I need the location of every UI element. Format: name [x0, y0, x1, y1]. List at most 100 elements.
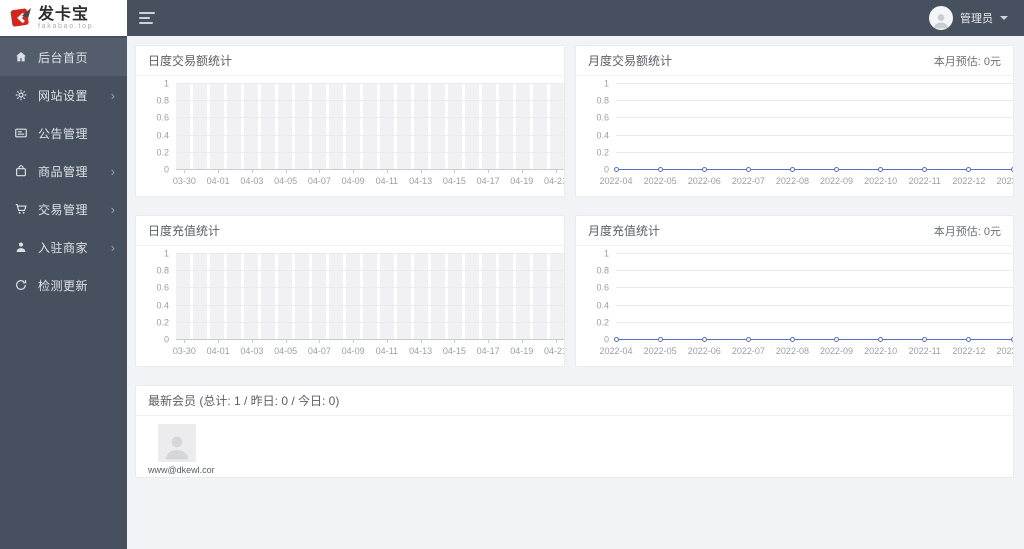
x-tick-label: 04-03	[240, 176, 264, 186]
member-card[interactable]: www@dkewl.cor 2022-12-19	[148, 424, 215, 475]
chart-band	[482, 84, 496, 170]
chart-band	[533, 254, 547, 340]
estimate-label: 本月预估: 0元	[933, 55, 1001, 68]
data-point-marker	[745, 336, 751, 342]
sidebar-item-label: 商品管理	[38, 164, 89, 179]
x-tick-label: 04-05	[274, 346, 298, 356]
x-tick-label: 2022-10	[864, 176, 898, 186]
y-tick-label: 0.8	[156, 265, 169, 276]
x-tick-mark	[251, 340, 253, 343]
x-tick-label: 2022-05	[643, 176, 677, 186]
grid-line	[176, 151, 564, 153]
x-tick-label: 04-15	[442, 176, 466, 186]
grid-line	[616, 100, 1013, 102]
y-axis: 0 0.2 0.4 0.6 0.8 1	[586, 249, 616, 344]
data-point-marker	[745, 166, 751, 172]
chart-band	[431, 84, 445, 170]
x-tick-label: 2022-11	[908, 346, 941, 356]
sidebar-item-label: 入驻商家	[38, 240, 89, 255]
panel-monthly-trade: 月度交易额统计 本月预估: 0元 0 0.2 0.4 0.6 0.8 1 2022-04 2…	[575, 45, 1014, 197]
admin-dashboard: 发卡宝 fakabao.top 后台首页 网站设置 › 公告管理 商品管理 › 交易管理 › 入…	[0, 0, 1024, 549]
x-tick-mark	[454, 340, 456, 343]
x-tick-label: 2022-04	[599, 176, 633, 186]
y-tick-label: 1	[603, 248, 609, 259]
panel-header: 月度充值统计 本月预估: 0元	[576, 216, 1013, 246]
chart-band	[397, 254, 411, 340]
y-tick-label: 0	[603, 334, 609, 345]
x-tick-label: 2022-09	[820, 346, 854, 356]
panel-title: 日度充值统计	[148, 224, 221, 238]
chart-band	[380, 84, 394, 170]
sidebar-item-label: 公告管理	[38, 126, 89, 141]
data-point-marker	[701, 166, 707, 172]
x-tick-mark	[319, 340, 321, 343]
menu-toggle-icon[interactable]	[139, 9, 157, 27]
sidebar-item-goods[interactable]: 商品管理 ›	[0, 152, 127, 190]
sidebar-item-home[interactable]: 后台首页	[0, 38, 127, 76]
x-tick-label: 04-11	[375, 346, 399, 356]
monthly-trade-chart: 0 0.2 0.4 0.6 0.8 1 2022-04 2022-05 2022-06 2022…	[586, 79, 1013, 190]
x-tick-label: 2022-07	[731, 176, 765, 186]
sidebar-item-gear[interactable]: 网站设置 ›	[0, 76, 127, 114]
grid-line	[176, 270, 564, 272]
x-axis: 03-30 04-01 04-03 04-05 04-07 04-09 04-11 04-13…	[173, 170, 565, 190]
y-axis: 0 0.2 0.4 0.6 0.8 1	[146, 79, 176, 174]
chart-band	[176, 84, 190, 170]
sidebar-item-label: 交易管理	[38, 202, 89, 217]
chevron-right-icon: ›	[110, 163, 115, 179]
x-axis: 2022-04 2022-05 2022-06 2022-07 2022-08 2022-…	[599, 340, 1013, 360]
chart-band	[346, 254, 360, 340]
x-tick-label: 2022-05	[643, 346, 677, 356]
x-tick-mark	[454, 170, 456, 173]
panel-header: 日度充值统计	[136, 216, 564, 246]
chart-band	[210, 84, 224, 170]
chevron-right-icon: ›	[110, 87, 115, 103]
sidebar-item-merchant[interactable]: 入驻商家 ›	[0, 228, 127, 266]
x-tick-label: 2022-08	[775, 176, 809, 186]
chart-band	[465, 84, 479, 170]
data-point-marker	[789, 336, 795, 342]
x-tick-mark	[488, 340, 490, 343]
x-tick-label: 2022-12	[952, 176, 986, 186]
x-tick-label: 2022-04	[599, 346, 633, 356]
chart-band	[448, 254, 462, 340]
x-tick-mark	[555, 340, 557, 343]
member-avatar	[158, 424, 196, 462]
grid-line	[176, 100, 564, 102]
chart-band	[329, 84, 343, 170]
sidebar-item-cart[interactable]: 交易管理 ›	[0, 190, 127, 228]
panel-header: 日度交易额统计	[136, 46, 564, 76]
chevron-down-icon	[1000, 16, 1008, 20]
member-list: www@dkewl.cor 2022-12-19	[136, 416, 1013, 477]
x-tick-label: 04-21	[544, 176, 565, 186]
user-menu[interactable]: 管理员	[929, 6, 1008, 30]
y-tick-label: 0.6	[596, 112, 609, 123]
home-icon	[14, 50, 28, 64]
grid-line	[616, 151, 1013, 153]
chart-band	[431, 254, 445, 340]
x-tick-label: 04-03	[240, 346, 264, 356]
grid-line	[616, 253, 1013, 254]
x-tick-mark	[251, 170, 253, 173]
brand-logo[interactable]: 发卡宝 fakabao.top	[0, 0, 127, 36]
data-line	[616, 338, 1013, 340]
x-tick-label: 04-17	[476, 176, 500, 186]
chart-band	[499, 84, 513, 170]
grid-line	[176, 253, 564, 254]
sidebar-item-announcement[interactable]: 公告管理	[0, 114, 127, 152]
chart-band	[448, 84, 462, 170]
y-axis: 0 0.2 0.4 0.6 0.8 1	[586, 79, 616, 174]
x-tick-label: 04-13	[409, 346, 433, 356]
sidebar-item-label: 后台首页	[38, 50, 89, 65]
x-tick-label: 04-19	[510, 176, 534, 186]
chevron-right-icon: ›	[110, 239, 115, 255]
x-tick-label: 2022-09	[820, 176, 854, 186]
chart-band	[244, 254, 258, 340]
chart-band	[295, 84, 309, 170]
panel-monthly-recharge: 月度充值统计 本月预估: 0元 0 0.2 0.4 0.6 0.8 1 2022-04 20…	[575, 215, 1014, 367]
sidebar-item-update[interactable]: 检测更新	[0, 266, 127, 304]
y-tick-label: 0.8	[596, 265, 609, 276]
data-point-marker	[701, 336, 707, 342]
x-tick-label: 04-11	[375, 176, 399, 186]
data-point-marker	[1010, 166, 1013, 172]
